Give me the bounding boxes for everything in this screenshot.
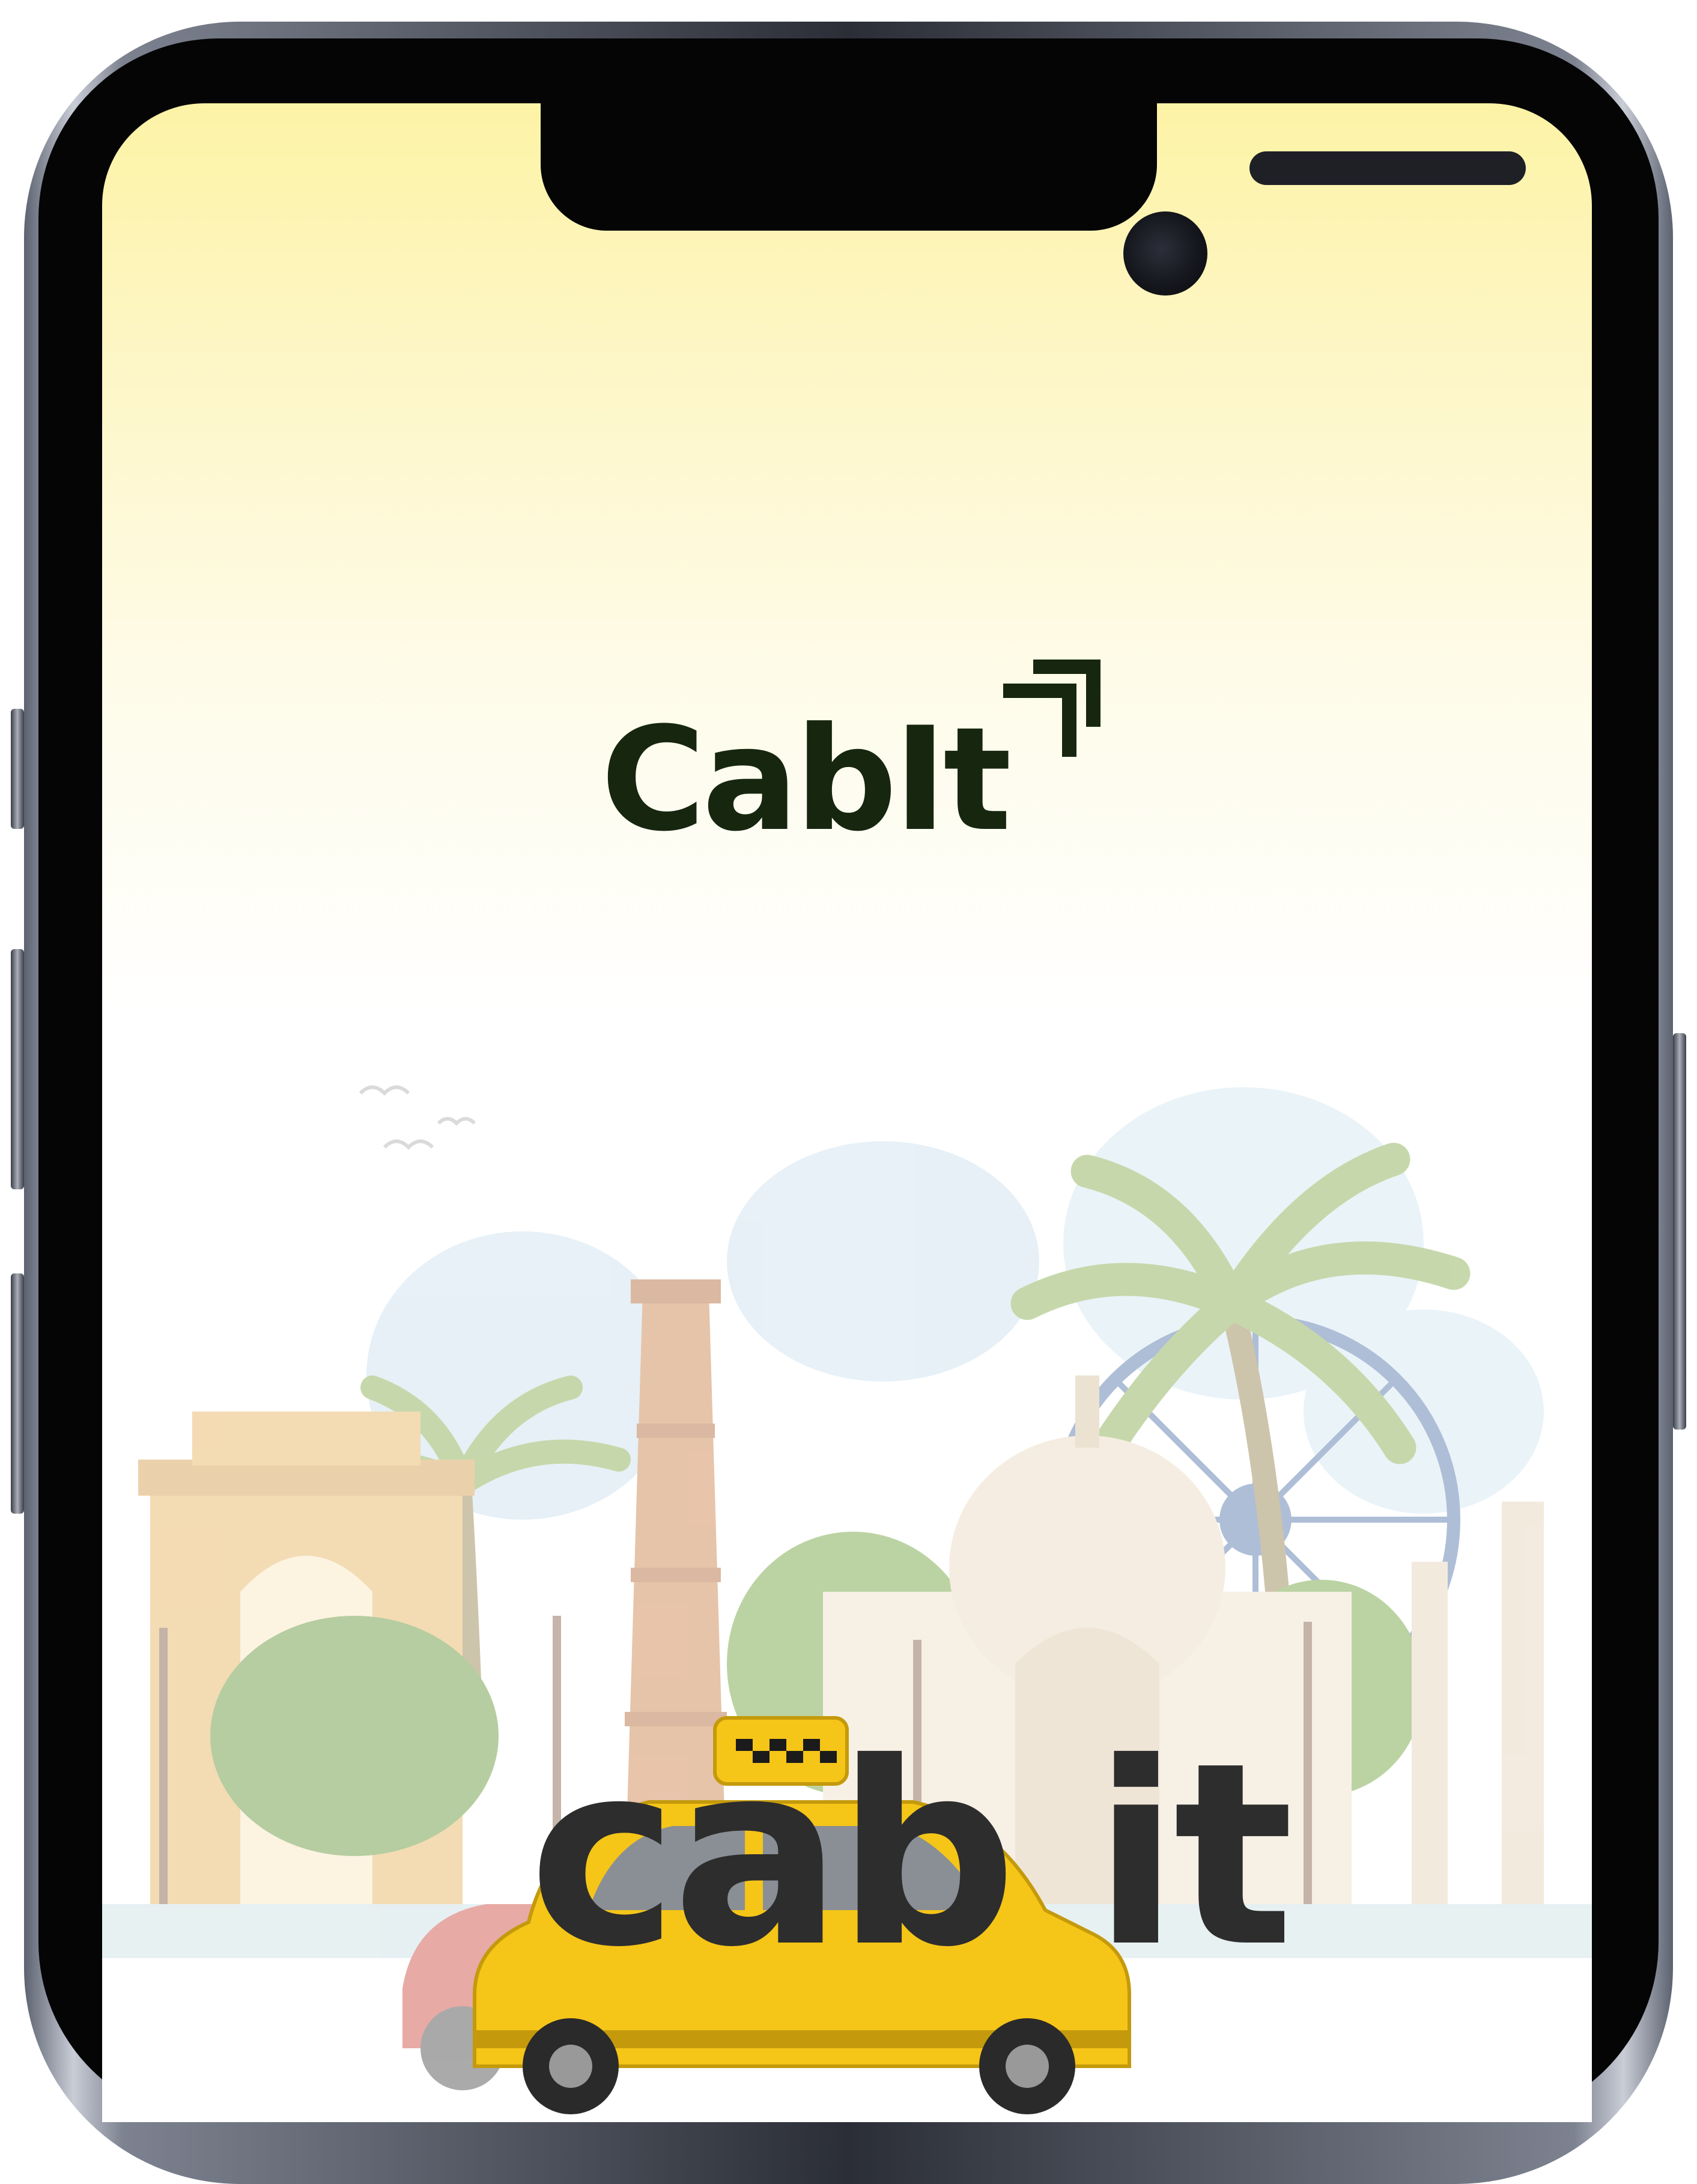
front-camera [1123, 211, 1207, 296]
cab-logo-text: cab it [529, 1709, 1294, 2003]
mute-switch [11, 709, 24, 829]
notch [541, 103, 1526, 296]
app-logo-text: CabIt [601, 697, 1012, 863]
double-arrow-up-right-icon [1003, 660, 1100, 757]
app-logo: CabIt [601, 655, 1141, 871]
power-button [1673, 1033, 1686, 1430]
volume-down-button [11, 1273, 24, 1514]
volume-up-button [11, 949, 24, 1189]
earpiece-speaker [1249, 151, 1526, 185]
